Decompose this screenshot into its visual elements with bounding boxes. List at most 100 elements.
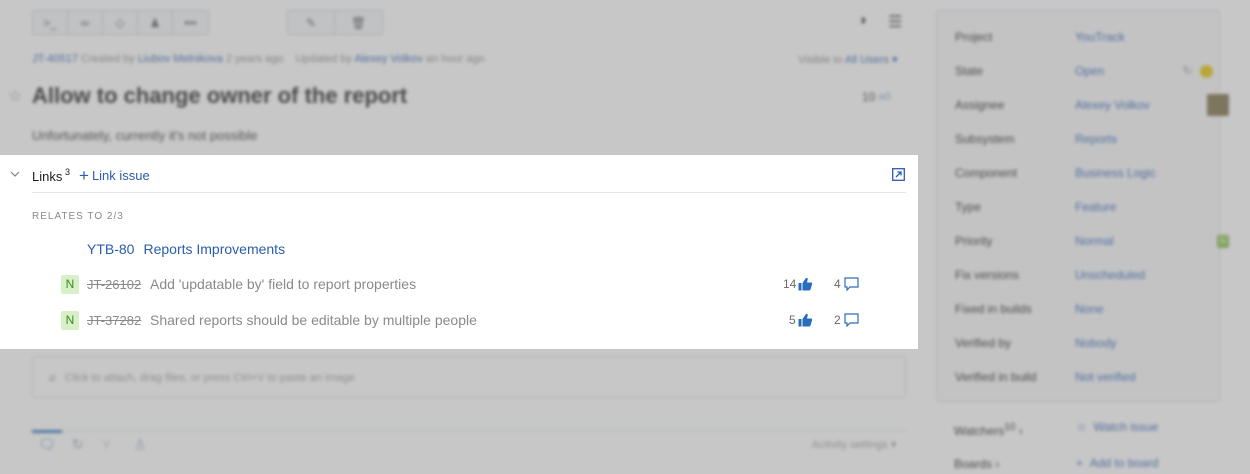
activity-tab-indicator (32, 430, 62, 433)
delete-button[interactable]: 🗑 (335, 11, 382, 34)
field-value: None (1075, 302, 1104, 316)
updated-prefix: Updated by (295, 53, 352, 65)
avatar (1207, 94, 1229, 116)
field-value: Reports (1075, 132, 1118, 146)
watchers-count: 10 (1004, 422, 1016, 433)
link-issue-label: Link issue (91, 168, 150, 183)
priority-badge: N (1217, 235, 1229, 248)
linked-issue-id[interactable]: JT-37282 (87, 313, 141, 328)
field-type[interactable]: Type Feature (955, 200, 1205, 218)
votes[interactable]: 14 (783, 277, 813, 291)
tag-button[interactable]: ◇ (103, 11, 138, 34)
link-icon: ∞ (80, 15, 90, 30)
updater-link[interactable]: Alexey Volkov (354, 53, 422, 65)
plus-icon: + (79, 165, 89, 185)
linked-issue-summary[interactable]: Add 'updatable by' field to report prope… (150, 276, 416, 292)
links-count: 3 (65, 167, 71, 177)
add-to-board-button[interactable]: + Add to board (1076, 456, 1158, 470)
plus-icon: + (1076, 456, 1084, 470)
field-verified-by[interactable]: Verified by Nobody (955, 336, 1205, 354)
edit-button[interactable]: ✎ (288, 11, 335, 34)
linked-issue-summary[interactable]: Shared reports should be editable by mul… (150, 312, 477, 328)
issue-fields-panel: Project YouTrack State Open ↻ Assignee A… (936, 10, 1229, 402)
activity-settings[interactable]: Activity settings ▾ (812, 438, 896, 451)
field-name: Subsystem (955, 132, 1015, 146)
chevron-down-icon[interactable] (10, 169, 20, 179)
cycle-icon[interactable]: ↻ (1183, 64, 1192, 77)
star-icon: ☆ (1076, 420, 1087, 434)
updated-ago: an hour ago (425, 53, 485, 65)
field-name: Type (955, 200, 982, 214)
created-ago: 2 years ago (225, 53, 284, 65)
list-item[interactable]: N JT-26102 Add 'updatable by' field to r… (0, 273, 918, 297)
issue-toolbar-primary: >_ ∞ ◇ ♟ ••• (32, 10, 209, 35)
attach-dropzone[interactable]: ⌀ Click to attach, drag files, or press … (32, 356, 906, 398)
comments-tab-icon[interactable]: 🗨︎ (38, 436, 56, 453)
link-group-label[interactable]: RELATES TO 2/3 (32, 211, 124, 222)
history-tab-icon[interactable]: ↻ (72, 436, 84, 453)
linked-issue-id[interactable]: JT-26102 (87, 277, 141, 292)
link-issue-button[interactable]: + Link issue (79, 165, 150, 185)
links-title[interactable]: Links (32, 169, 62, 184)
contrast-icon[interactable]: ◑ (857, 12, 867, 30)
state-badge (1200, 65, 1213, 78)
comments[interactable]: 4 (834, 277, 859, 291)
more-button[interactable]: ••• (173, 11, 208, 34)
star-icon[interactable]: ☆ (8, 86, 22, 106)
attach-placeholder: Click to attach, drag files, or press Ct… (64, 372, 355, 384)
visibility: Visible to All Users ▾ (798, 53, 897, 66)
thumbs-up-icon (798, 277, 813, 291)
field-subsystem[interactable]: Subsystem Reports (955, 132, 1205, 150)
link-button[interactable]: ∞ (68, 11, 103, 34)
issue-toolbar-edit: ✎ 🗑 (287, 10, 383, 35)
field-verified-in-build[interactable]: Verified in build Not verified (955, 370, 1205, 388)
field-priority[interactable]: Priority Normal N (955, 234, 1229, 252)
chevron-right-icon: › (995, 457, 1000, 471)
field-state[interactable]: State Open ↻ (955, 64, 1213, 82)
comment-icon (844, 277, 859, 291)
worklog-tab-icon[interactable]: ♙ (134, 436, 147, 453)
user-icon: ♟ (149, 15, 161, 30)
command-button[interactable]: >_ (33, 11, 68, 34)
watchers-link[interactable]: Watchers10 › (954, 422, 1023, 438)
field-name: State (955, 64, 984, 78)
menu-icon[interactable]: ☰ (888, 12, 902, 32)
field-fixed-in-builds[interactable]: Fixed in builds None (955, 302, 1205, 320)
vcs-tab-icon[interactable]: ⑂ (102, 436, 110, 452)
comment-icon (844, 313, 859, 327)
comment-count: 4 (834, 277, 841, 291)
parent-issue-summary: Reports Improvements (143, 241, 286, 257)
watch-issue-button[interactable]: ☆ Watch issue (1076, 420, 1158, 434)
field-fix-versions[interactable]: Fix versions Unscheduled (955, 268, 1205, 286)
watch-label: Watch issue (1093, 420, 1159, 434)
issue-meta: JT-40517 Created by Liubov Melnikova 2 y… (32, 53, 485, 65)
field-name: Component (955, 166, 1018, 180)
field-value: YouTrack (1075, 30, 1125, 44)
field-name: Project (955, 30, 993, 44)
visibility-dropdown[interactable]: All Users ▾ (845, 54, 898, 66)
thumbs-up-icon (798, 313, 812, 327)
open-in-new-icon[interactable] (892, 168, 905, 181)
field-value: Unscheduled (1075, 268, 1146, 282)
field-value: Not verified (1075, 370, 1136, 384)
field-assignee[interactable]: Assignee Alexey Volkov (955, 94, 1229, 116)
field-value: Nobody (1075, 336, 1117, 350)
trash-icon: 🗑 (350, 15, 367, 30)
parent-issue-link[interactable]: YTB-80 Reports Improvements (87, 241, 285, 257)
links-divider (32, 192, 906, 193)
field-project[interactable]: Project YouTrack (955, 30, 1205, 48)
assign-button[interactable]: ♟ (138, 11, 173, 34)
creator-link[interactable]: Liubov Melnikova (138, 53, 223, 65)
terminal-icon: >_ (43, 15, 57, 30)
votes[interactable]: 5 (789, 313, 813, 327)
boards-link[interactable]: Boards › (954, 457, 999, 471)
field-name: Priority (955, 234, 993, 248)
issue-vote[interactable]: 10 👍︎ (862, 90, 891, 105)
field-component[interactable]: Component Business Logic (955, 166, 1205, 184)
comments[interactable]: 2 (834, 313, 859, 327)
issue-title: Allow to change owner of the report (32, 83, 408, 108)
tag-icon: ◇ (115, 15, 125, 30)
list-item[interactable]: N JT-37282 Shared reports should be edit… (0, 309, 918, 333)
issue-id[interactable]: JT-40517 (32, 53, 78, 65)
vote-count: 14 (783, 277, 797, 291)
